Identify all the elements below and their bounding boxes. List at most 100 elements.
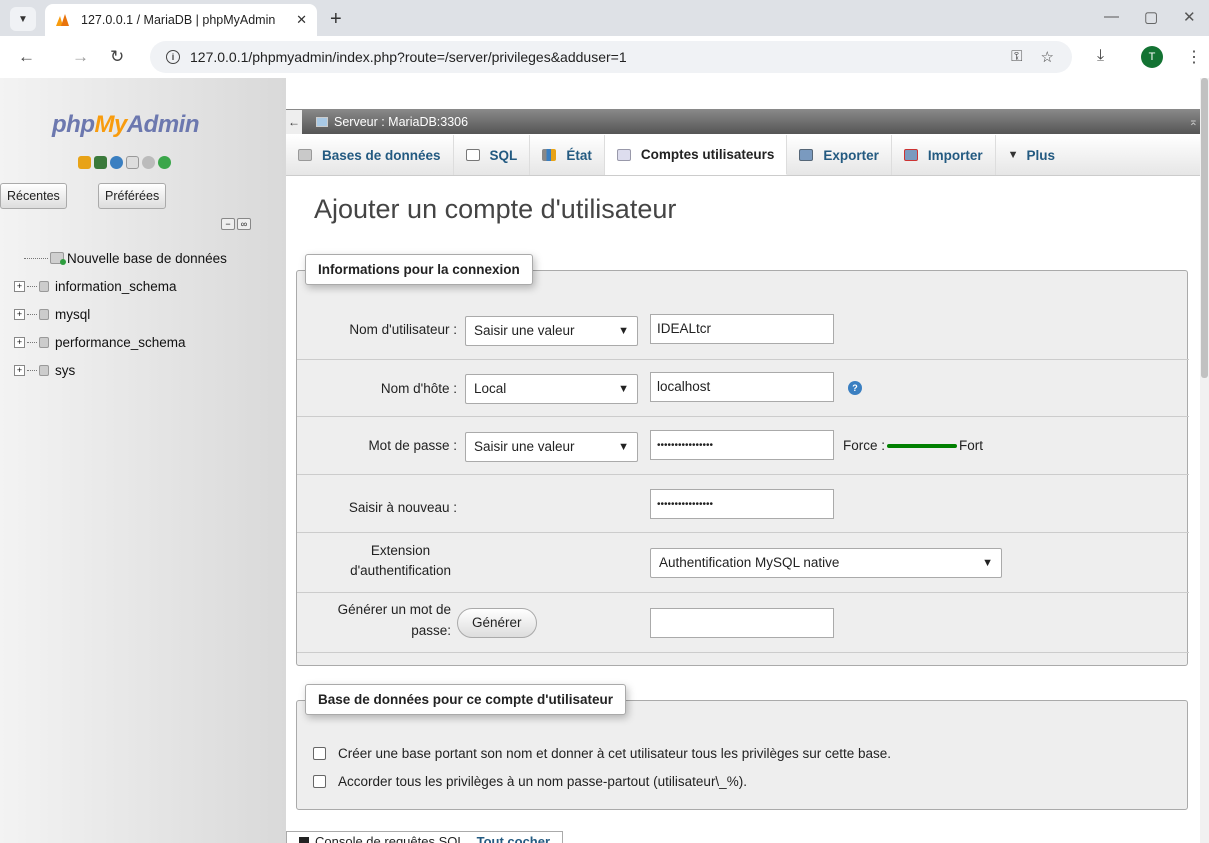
auth-plugin-select[interactable]: Authentification MySQL native ▼ [650, 548, 1002, 578]
help-icon[interactable]: ? [848, 381, 862, 395]
browser-toolbar: ← → ↻ i 127.0.0.1/phpmyadmin/index.php?r… [0, 36, 1209, 78]
back-arrow-icon[interactable]: ← [18, 47, 35, 67]
tree-item-label: mysql [55, 306, 91, 322]
hostname-type-select[interactable]: Local ▼ [465, 374, 638, 404]
generate-password-row: Générer un mot de passe: Générer [297, 593, 1189, 653]
settings-gear-icon[interactable] [142, 156, 155, 169]
scrollbar-thumb[interactable] [1201, 78, 1208, 378]
console-icon [299, 836, 309, 843]
user-database-legend: Base de données pour ce compte d'utilisa… [305, 684, 627, 715]
maximize-icon[interactable]: ▢ [1144, 8, 1158, 26]
chevron-down-icon: ▼ [618, 441, 629, 453]
tree-item-information-schema[interactable]: + information_schema [14, 272, 227, 300]
link-icon[interactable]: ∞ [237, 218, 251, 230]
browser-tab[interactable]: 127.0.0.1 / MariaDB | phpMyAdmin ✕ [45, 4, 317, 36]
username-input[interactable]: IDEALtcr [650, 314, 834, 344]
server-label[interactable]: Serveur : MariaDB:3306 [334, 115, 468, 129]
tab-user-accounts[interactable]: Comptes utilisateurs [604, 135, 788, 175]
sql-console-bar[interactable]: Console de requêtes SQL Tout cocher [286, 831, 564, 843]
server-icon [316, 116, 328, 127]
user-database-fieldset: Base de données pour ce compte d'utilisa… [296, 684, 1188, 810]
tree-item-new-db[interactable]: Nouvelle base de données [14, 244, 227, 272]
download-icon[interactable]: ⤓ [1097, 47, 1104, 65]
expand-icon[interactable]: + [14, 336, 25, 348]
tab-import[interactable]: Importer [892, 135, 996, 175]
username-label: Nom d'utilisateur : [349, 322, 457, 337]
docs-icon[interactable] [126, 156, 139, 169]
collapse-top-icon[interactable]: ⌅ [1189, 115, 1198, 128]
tree-item-label: Nouvelle base de données [67, 250, 227, 266]
site-info-icon[interactable]: i [166, 50, 180, 64]
tab-export[interactable]: Exporter [787, 135, 892, 175]
database-tree: Nouvelle base de données + information_s… [14, 244, 227, 384]
password-type-select[interactable]: Saisir une valeur ▼ [465, 432, 638, 462]
page-viewport: phpMyAdmin Récentes Préférées − ∞ Nouvel… [0, 78, 1209, 843]
reload-nav-icon[interactable] [158, 156, 171, 169]
hostname-row: Nom d'hôte : Local ▼ localhost ? [297, 360, 1189, 417]
tab-label: Bases de données [322, 147, 441, 163]
password-input[interactable]: •••••••••••••••• [650, 430, 834, 460]
tree-item-label: information_schema [55, 278, 177, 294]
tab-close-icon[interactable]: ✕ [296, 12, 307, 28]
username-row: Nom d'utilisateur : Saisir une valeur ▼ I… [297, 299, 1189, 360]
tab-databases[interactable]: Bases de données [286, 135, 454, 175]
create-database-checkbox[interactable] [313, 747, 326, 760]
recent-tables-button[interactable]: Récentes [0, 183, 67, 209]
tree-connector [27, 369, 37, 371]
phpmyadmin-logo[interactable]: phpMyAdmin [52, 111, 200, 139]
generate-password-label: Générer un mot de passe: [337, 602, 451, 638]
tab-sql[interactable]: SQL [454, 135, 531, 175]
wildcard-privileges-checkbox[interactable] [313, 775, 326, 788]
username-type-select[interactable]: Saisir une valeur ▼ [465, 316, 638, 346]
bookmark-star-icon[interactable]: ☆ [1041, 48, 1054, 66]
tab-status[interactable]: État [530, 135, 605, 175]
check-all-link[interactable]: Tout cocher [476, 833, 563, 843]
chevron-down-icon: ▼ [982, 557, 993, 569]
tree-item-label: sys [55, 362, 76, 378]
login-info-legend: Informations pour la connexion [305, 254, 533, 285]
favorite-tables-button[interactable]: Préférées [98, 183, 167, 209]
address-bar[interactable]: i 127.0.0.1/phpmyadmin/index.php?route=/… [150, 41, 1072, 73]
password-key-icon[interactable]: ⚿ [1011, 48, 1022, 66]
expand-icon[interactable]: + [14, 364, 25, 376]
expand-icon[interactable]: + [14, 280, 25, 292]
generate-password-button[interactable]: Générer [457, 608, 537, 638]
tab-search-button[interactable]: ▼ [10, 7, 36, 31]
tree-item-performance-schema[interactable]: + performance_schema [14, 328, 227, 356]
reload-icon[interactable]: ↻ [110, 47, 124, 67]
page-scrollbar[interactable] [1200, 78, 1209, 843]
window-close-icon[interactable]: ✕ [1183, 8, 1196, 26]
logout-icon[interactable] [94, 156, 107, 169]
tree-item-mysql[interactable]: + mysql [14, 300, 227, 328]
create-database-option[interactable]: Créer une base portant son nom et donner… [313, 746, 891, 761]
collapse-all-icon[interactable]: − [221, 218, 235, 230]
new-tab-button[interactable]: + [330, 8, 342, 31]
auth-plugin-label: Extension d'authentification [350, 543, 451, 578]
minimize-icon[interactable]: — [1104, 8, 1119, 25]
main-panel: ← Serveur : MariaDB:3306 ⌅ Bases de donn… [286, 78, 1204, 843]
tree-item-sys[interactable]: + sys [14, 356, 227, 384]
generated-password-input[interactable] [650, 608, 834, 638]
expand-icon[interactable]: + [14, 308, 25, 320]
wildcard-privileges-label: Accorder tous les privilèges à un nom pa… [338, 774, 747, 789]
profile-avatar[interactable]: T [1141, 46, 1163, 68]
hostname-input[interactable]: localhost [650, 372, 834, 402]
tab-more[interactable]: ▼ Plus [996, 135, 1067, 175]
server-breadcrumb: ← Serveur : MariaDB:3306 ⌅ [286, 109, 1204, 134]
import-icon [903, 149, 918, 161]
sql-icon [465, 149, 480, 161]
forward-arrow-icon[interactable]: → [72, 47, 89, 67]
tab-label: SQL [489, 147, 518, 163]
retype-password-input[interactable]: •••••••••••••••• [650, 489, 834, 519]
navigation-sidebar: phpMyAdmin Récentes Préférées − ∞ Nouvel… [0, 78, 286, 843]
password-row: Mot de passe : Saisir une valeur ▼ ••••••… [297, 417, 1189, 475]
wildcard-privileges-option[interactable]: Accorder tous les privilèges à un nom pa… [313, 774, 747, 789]
menu-dots-icon[interactable]: ⋮ [1186, 47, 1202, 67]
home-icon[interactable] [78, 156, 91, 169]
hostname-label: Nom d'hôte : [380, 381, 457, 396]
help-icon[interactable] [110, 156, 123, 169]
tab-label: Exporter [823, 147, 879, 163]
strength-label: Force : [843, 438, 886, 453]
collapse-sidebar-icon[interactable]: ← [286, 109, 302, 134]
console-label[interactable]: Console de requêtes SQL [315, 834, 465, 843]
